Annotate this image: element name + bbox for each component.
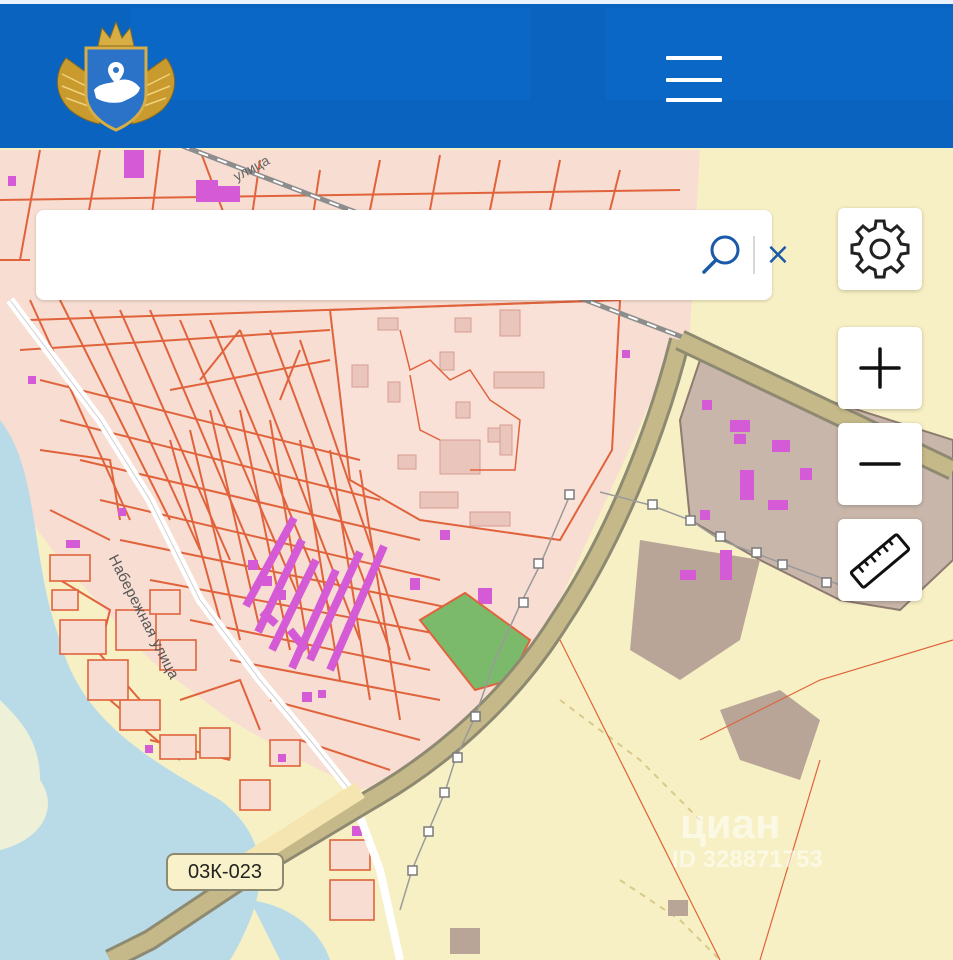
magnifier-icon [702,235,740,274]
clear-search-button[interactable]: × [760,236,796,276]
search-bar: × [36,210,791,300]
settings-button[interactable] [838,208,922,290]
ruler-icon [849,533,911,589]
zoom-in-button[interactable] [838,327,922,409]
search-input[interactable] [50,232,654,280]
search-button[interactable] [698,232,744,278]
minus-icon [859,462,901,466]
app-header [0,0,953,148]
plus-icon [859,347,901,389]
gear-icon [850,219,910,279]
hamburger-line [666,78,722,82]
header-band [130,8,530,100]
zoom-out-button[interactable] [838,423,922,505]
menu-button[interactable] [660,54,728,106]
header-band [606,8,953,100]
measure-button[interactable] [838,519,922,601]
hamburger-menu-icon [666,56,722,60]
logo-icon[interactable] [50,18,182,136]
hamburger-line [666,98,722,102]
search-divider [753,236,755,274]
road-number-label: 03К-023 [166,853,284,891]
